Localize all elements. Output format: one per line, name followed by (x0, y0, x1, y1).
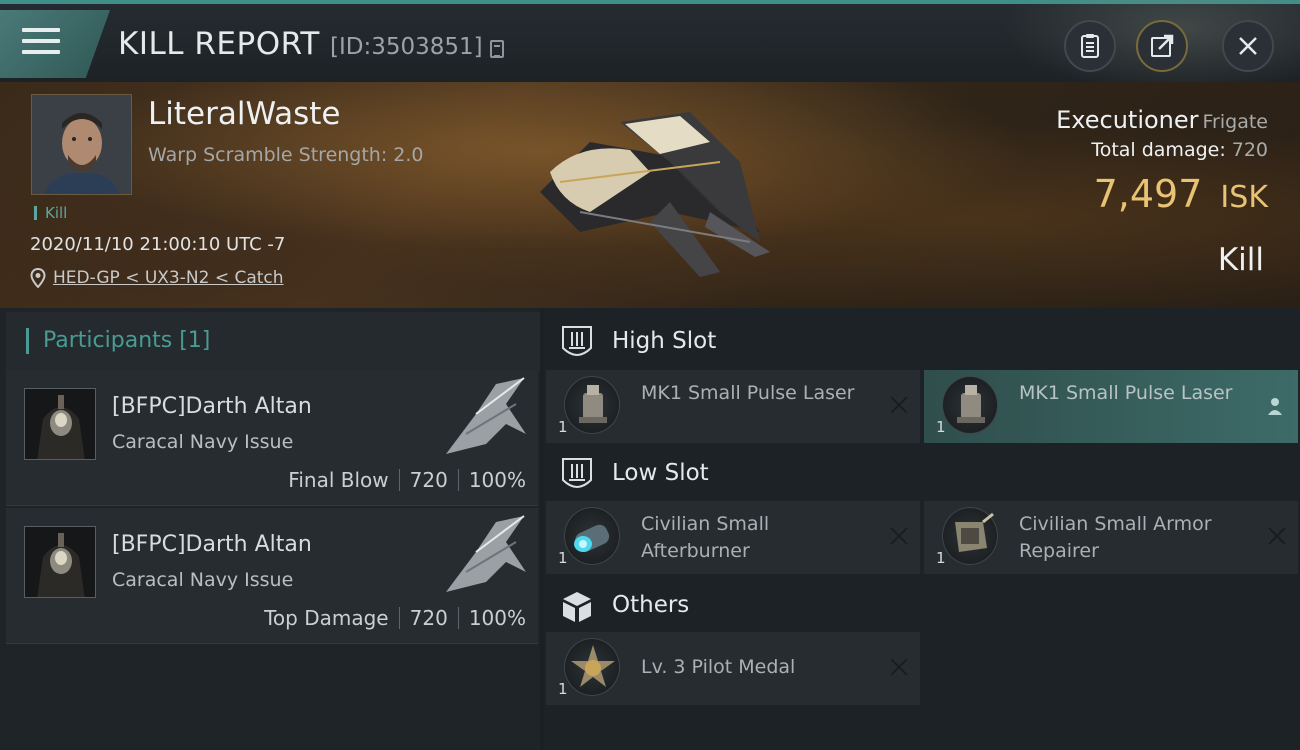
kill-tag: Kill (34, 206, 67, 221)
kill-datetime: 2020/11/10 21:00:10 UTC -7 (30, 234, 286, 255)
victim-name[interactable]: LiteralWaste (148, 96, 341, 132)
report-id: [ID:3503851] (330, 34, 483, 60)
divider (398, 607, 400, 629)
participant-percent: 100% (468, 468, 526, 492)
participant-stats: Final Blow 720 100% (288, 468, 526, 492)
module-item[interactable]: 1 Lv. 3 Pilot Medal (546, 632, 920, 705)
afterburner-icon (564, 507, 620, 565)
ship-name: Executioner (1056, 106, 1199, 134)
low-slot-header: Low Slot (544, 444, 1300, 502)
divider (457, 607, 459, 629)
victim-banner: LiteralWaste Warp Scramble Strength: 2.0… (0, 82, 1300, 308)
participants-title: Participants [1] (26, 328, 210, 354)
page-title: KILL REPORT (118, 26, 320, 62)
destroyed-x-icon (890, 658, 908, 676)
isk-unit: ISK (1220, 180, 1268, 215)
participant-avatar (24, 526, 96, 598)
module-count: 1 (936, 418, 946, 436)
location-pin-icon (30, 268, 46, 288)
clipboard-icon (1081, 34, 1099, 58)
participant-damage: 720 (409, 468, 448, 492)
total-damage-row: Total damage: 720 (1091, 139, 1268, 161)
low-slot-icon (562, 458, 592, 488)
helmet-portrait (25, 527, 95, 597)
module-name: MK1 Small Pulse Laser (1019, 382, 1233, 404)
destroyed-x-icon (1268, 527, 1286, 545)
others-header: Others (544, 576, 1300, 634)
module-item[interactable]: 1 MK1 Small Pulse Laser (546, 370, 920, 443)
participant-row[interactable]: [BFPC]Darth Altan Caracal Navy Issue Top… (6, 508, 538, 644)
result-label: Kill (1217, 242, 1264, 278)
participant-role: Top Damage (264, 606, 389, 630)
warp-scramble-strength: Warp Scramble Strength: 2.0 (148, 144, 424, 166)
armor-repairer-icon (942, 507, 998, 565)
module-count: 1 (936, 549, 946, 567)
total-damage-value: 720 (1231, 139, 1268, 161)
participant-ship-icon (446, 515, 526, 592)
destroyed-x-icon (890, 527, 908, 545)
module-name: Lv. 3 Pilot Medal (641, 656, 796, 678)
divider (457, 469, 459, 491)
ship-name-row: Executioner Frigate (1056, 106, 1268, 134)
top-bar: KILL REPORT [ID:3503851] (0, 0, 1300, 94)
total-damage-label: Total damage: (1091, 139, 1226, 161)
close-button[interactable] (1222, 20, 1274, 72)
module-item[interactable]: 1 Civilian Small Afterburner (546, 501, 920, 574)
high-slot-header: High Slot (544, 312, 1300, 370)
module-name: Civilian Small Armor Repairer (1019, 513, 1212, 562)
participant-name[interactable]: [BFPC]Darth Altan (112, 394, 312, 419)
participant-stats: Top Damage 720 100% (264, 606, 526, 630)
cube-icon (563, 592, 591, 622)
participant-role: Final Blow (288, 468, 389, 492)
medal-icon (564, 638, 620, 696)
ship-class: Frigate (1202, 111, 1268, 133)
participant-name[interactable]: [BFPC]Darth Altan (112, 532, 312, 557)
share-button[interactable] (1136, 20, 1188, 72)
low-slot-label: Low Slot (612, 460, 709, 486)
high-slot-label: High Slot (612, 328, 717, 354)
participants-panel: Participants [1] [BFPC]Darth Altan Carac… (0, 308, 540, 750)
participant-ship: Caracal Navy Issue (112, 569, 294, 591)
copy-icon[interactable] (490, 40, 504, 58)
destroyed-x-icon (890, 396, 908, 414)
share-icon (1151, 34, 1174, 57)
participant-ship-icon (446, 377, 526, 454)
close-icon (1239, 37, 1257, 55)
participant-ship: Caracal Navy Issue (112, 431, 294, 453)
divider (398, 469, 400, 491)
participant-damage: 720 (409, 606, 448, 630)
helmet-portrait (25, 389, 95, 459)
isk-value: 7,497 (1093, 172, 1203, 216)
ship-illustration (540, 112, 770, 277)
laser-icon (564, 376, 620, 434)
isk-row: 7,497 ISK (1094, 172, 1268, 216)
menu-icon[interactable] (22, 26, 62, 60)
laser-icon (942, 376, 998, 434)
person-icon (1268, 398, 1282, 415)
clipboard-button[interactable] (1064, 20, 1116, 72)
pilot-portrait (32, 95, 131, 194)
module-count: 1 (558, 680, 568, 698)
others-label: Others (612, 592, 690, 618)
module-item-selected[interactable]: 1 MK1 Small Pulse Laser (924, 370, 1298, 443)
module-name: Civilian Small Afterburner (641, 513, 770, 562)
module-count: 1 (558, 549, 568, 567)
participant-row[interactable]: [BFPC]Darth Altan Caracal Navy Issue Fin… (6, 370, 538, 506)
location-link[interactable]: HED-GP < UX3-N2 < Catch (53, 268, 284, 288)
fitting-panel: High Slot 1 MK1 Small Pulse Laser 1 MK1 … (544, 308, 1300, 750)
participant-avatar (24, 388, 96, 460)
module-name: MK1 Small Pulse Laser (641, 382, 855, 404)
high-slot-icon (562, 326, 592, 356)
participants-header: Participants [1] (6, 312, 540, 372)
victim-avatar[interactable] (31, 94, 132, 195)
participant-percent: 100% (468, 606, 526, 630)
module-count: 1 (558, 418, 568, 436)
module-item[interactable]: 1 Civilian Small Armor Repairer (924, 501, 1298, 574)
